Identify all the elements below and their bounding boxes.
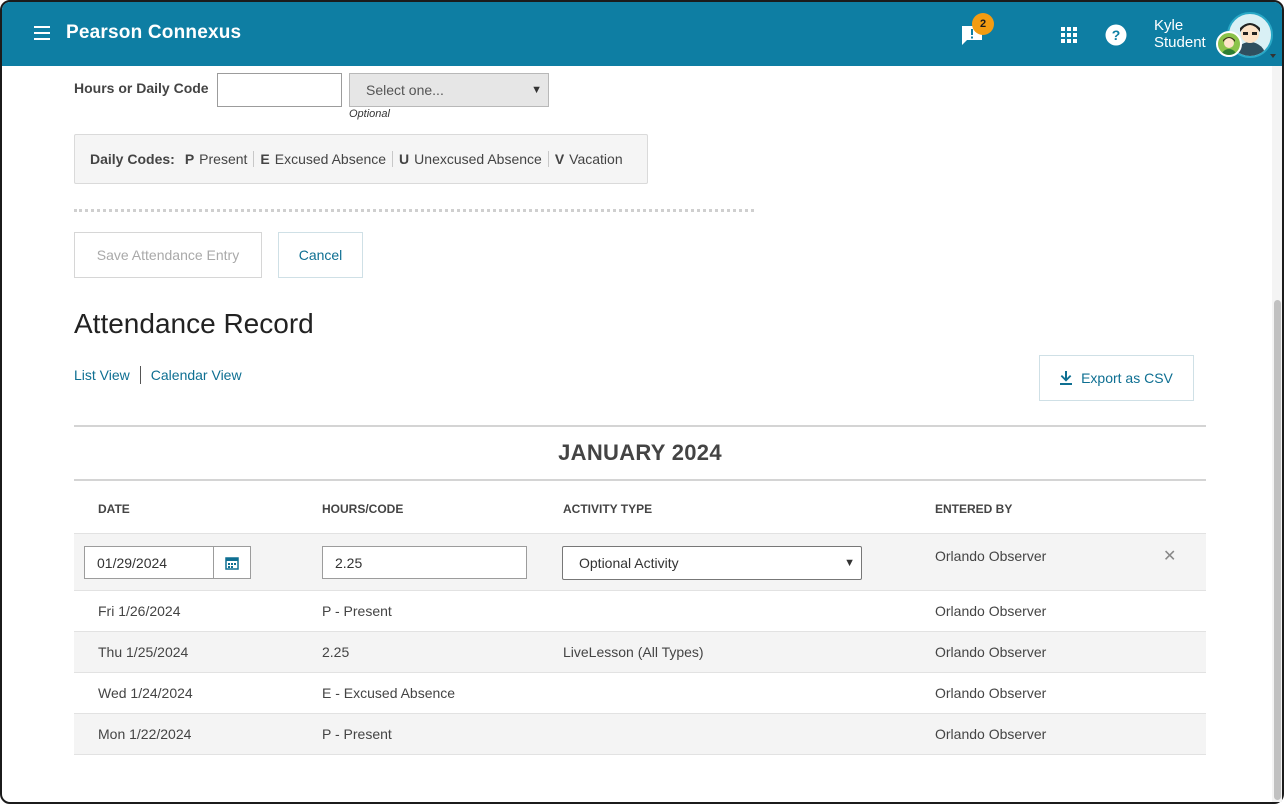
daily-codes-legend: Daily Codes: P Present E Excused Absence U… (74, 134, 648, 184)
entered-by-cell: Orlando Observer (935, 726, 1047, 742)
daily-code-present: P Present (184, 151, 248, 167)
cancel-button[interactable]: Cancel (278, 232, 363, 278)
select-placeholder: Select one... (366, 82, 444, 98)
section-divider (74, 209, 754, 212)
daily-code-unexcused: U Unexcused Absence (399, 151, 542, 167)
top-nav-bar: Pearson Connexus 2 ? Kyle Student (2, 2, 1282, 66)
page-title: Attendance Record (74, 308, 314, 339)
hours-cell: P - Present (322, 603, 392, 619)
table-row: Thu 1/25/2024 2.25 LiveLesson (All Types… (74, 632, 1206, 673)
table-header: DATE HOURS/CODE ACTIVITY TYPE ENTERED BY (74, 481, 1206, 534)
brand-title[interactable]: Pearson Connexus (66, 22, 241, 44)
editing-row: 01/29/2024 2.25 Optional Activity ▼ Orla… (74, 534, 1206, 591)
date-cell: Thu 1/25/2024 (98, 644, 189, 660)
column-header-entered-by: ENTERED BY (935, 502, 1013, 516)
hours-cell: P - Present (322, 726, 392, 742)
edit-activity-select[interactable]: Optional Activity ▼ (562, 546, 862, 580)
apps-grid-icon[interactable] (1056, 22, 1082, 48)
entered-by-cell: Orlando Observer (935, 644, 1047, 660)
edit-hours-input[interactable]: 2.25 (322, 546, 527, 579)
chevron-down-icon: ▼ (531, 84, 542, 96)
notification-count-badge: 2 (972, 13, 994, 35)
table-row: Fri 1/26/2024 P - Present Orlando Observ… (74, 591, 1206, 632)
save-attendance-button[interactable]: Save Attendance Entry (74, 232, 262, 278)
calendar-icon (225, 556, 239, 570)
daily-code-vacation: V Vacation (554, 151, 623, 167)
date-cell: Mon 1/22/2024 (98, 726, 192, 742)
export-csv-label: Export as CSV (1081, 370, 1173, 386)
hours-code-input[interactable] (217, 73, 342, 107)
close-icon[interactable]: ✕ (1163, 546, 1176, 566)
observer-avatar (1216, 31, 1242, 57)
hours-cell: 2.25 (322, 644, 350, 660)
attendance-table: JANUARY 2024 DATE HOURS/CODE ACTIVITY TY… (74, 425, 1206, 755)
calendar-picker-button[interactable] (213, 546, 251, 579)
caret-down-icon[interactable] (1270, 54, 1276, 58)
date-input[interactable]: 01/29/2024 (84, 546, 214, 579)
table-row: Mon 1/22/2024 P - Present Orlando Observ… (74, 714, 1206, 755)
daily-code-excused: E Excused Absence (260, 151, 387, 167)
activity-type-select[interactable]: Select one... ▼ (349, 73, 549, 107)
column-header-hours: HOURS/CODE (322, 502, 404, 516)
divider (253, 151, 255, 167)
daily-codes-label: Daily Codes: (90, 151, 175, 167)
entered-by-cell: Orlando Observer (935, 685, 1047, 701)
scrollbar-thumb[interactable] (1274, 300, 1281, 800)
table-row: Wed 1/24/2024 E - Excused Absence Orland… (74, 673, 1206, 714)
export-csv-button[interactable]: Export as CSV (1039, 355, 1194, 401)
hours-code-label: Hours or Daily Code (74, 80, 209, 96)
view-toggle: List View Calendar View (74, 366, 242, 384)
hours-cell: E - Excused Absence (322, 685, 456, 701)
chevron-down-icon: ▼ (844, 557, 855, 569)
hamburger-menu-icon[interactable] (34, 26, 50, 40)
page-scrollbar[interactable] (1272, 66, 1282, 802)
help-icon[interactable]: ? (1103, 22, 1129, 48)
list-view-link[interactable]: List View (74, 367, 130, 383)
optional-note: Optional (349, 108, 390, 120)
date-cell: Fri 1/26/2024 (98, 603, 181, 619)
svg-text:?: ? (1112, 27, 1121, 43)
column-header-date: DATE (98, 502, 130, 516)
date-cell: Wed 1/24/2024 (98, 685, 193, 701)
activity-selected-value: Optional Activity (579, 555, 679, 571)
divider (392, 151, 394, 167)
column-header-activity: ACTIVITY TYPE (563, 502, 653, 516)
calendar-view-link[interactable]: Calendar View (151, 367, 242, 383)
entered-by-cell: Orlando Observer (935, 548, 1047, 564)
month-heading: JANUARY 2024 (74, 425, 1206, 481)
download-icon (1060, 371, 1073, 385)
entered-by-cell: Orlando Observer (935, 603, 1047, 619)
divider (547, 151, 549, 167)
activity-cell: LiveLesson (All Types) (563, 644, 704, 660)
divider (139, 366, 141, 384)
user-name[interactable]: Kyle Student (1154, 17, 1206, 51)
